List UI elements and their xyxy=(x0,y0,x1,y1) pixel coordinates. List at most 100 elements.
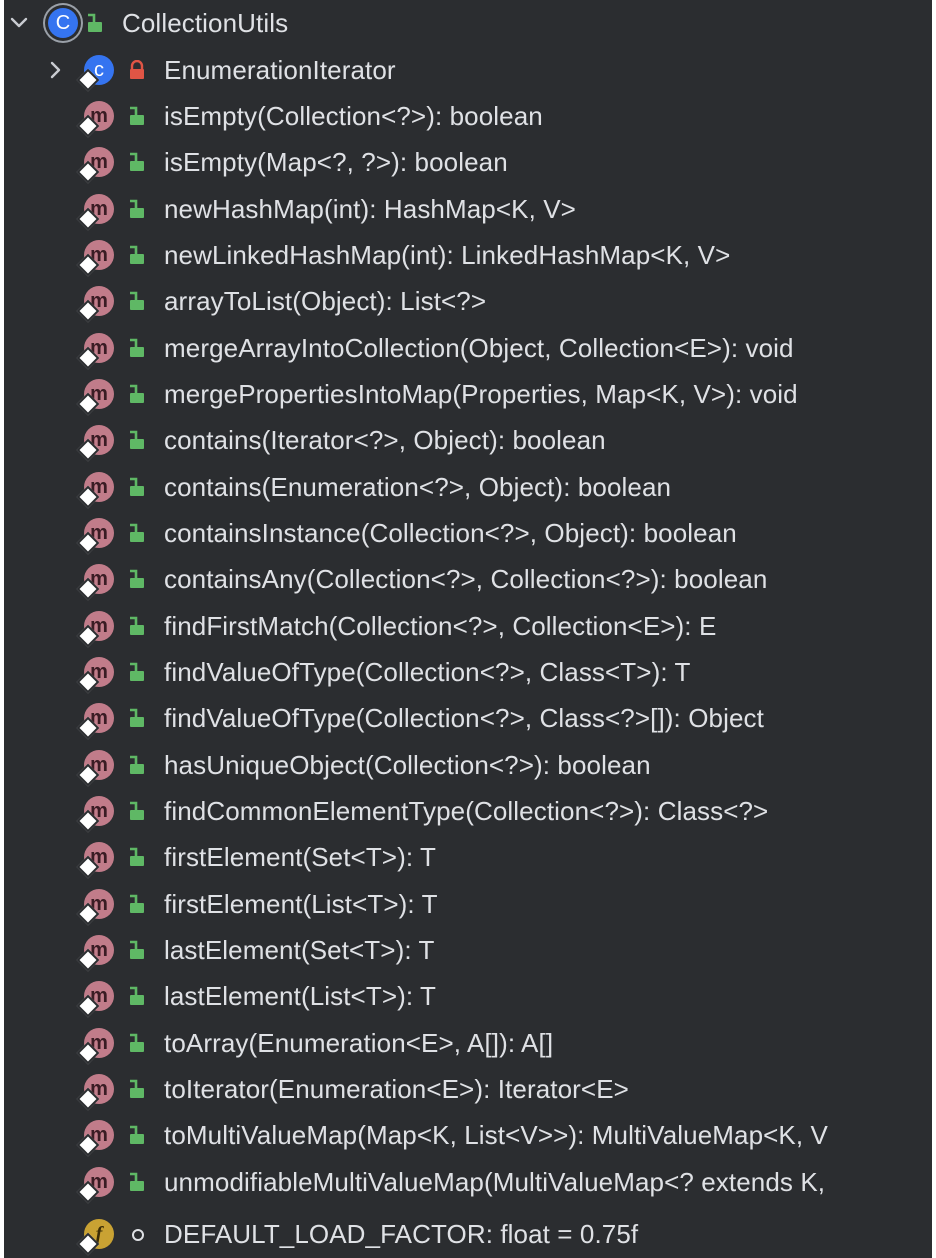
method-label: lastElement(Set<T>): T xyxy=(164,934,435,965)
public-lock-open-icon xyxy=(128,384,146,404)
method-icon: m xyxy=(76,703,114,740)
tree-node-method[interactable]: m contains(Enumeration<?>, Object): boole… xyxy=(4,464,932,510)
tree-node-method[interactable]: m contains(Iterator<?>, Object): boolean xyxy=(4,417,932,463)
method-label: findFirstMatch(Collection<?>, Collection… xyxy=(164,610,717,641)
method-label: mergePropertiesIntoMap(Properties, Map<K… xyxy=(164,378,798,409)
method-icon: m xyxy=(76,1074,114,1111)
method-label: newLinkedHashMap(int): LinkedHashMap<K, … xyxy=(164,239,731,270)
method-label: toMultiValueMap(Map<K, List<V>>): MultiV… xyxy=(164,1119,828,1150)
method-label: contains(Enumeration<?>, Object): boolea… xyxy=(164,471,672,502)
method-label: toIterator(Enumeration<E>): Iterator<E> xyxy=(164,1073,629,1104)
public-lock-open-icon xyxy=(128,1172,146,1192)
public-lock-open-icon xyxy=(128,1033,146,1053)
tree-node-method[interactable]: m firstElement(List<T>): T xyxy=(4,881,932,927)
private-lock-icon xyxy=(128,60,146,80)
method-label: toArray(Enumeration<E>, A[]): A[] xyxy=(164,1027,554,1058)
field-label: DEFAULT_LOAD_FACTOR: float = 0.75f xyxy=(164,1218,639,1249)
tree-node-method[interactable]: m findFirstMatch(Collection<?>, Collectio… xyxy=(4,603,932,649)
method-label: firstElement(List<T>): T xyxy=(164,888,438,919)
method-icon: m xyxy=(76,657,114,694)
tree-node-method[interactable]: m newHashMap(int): HashMap<K, V> xyxy=(4,186,932,232)
package-private-dot-icon xyxy=(132,1229,144,1241)
public-lock-open-icon xyxy=(128,801,146,821)
public-lock-open-icon xyxy=(128,430,146,450)
public-lock-open-icon xyxy=(86,13,104,33)
tree-node-method[interactable]: m newLinkedHashMap(int): LinkedHashMap<K,… xyxy=(4,232,932,278)
public-lock-open-icon xyxy=(128,1079,146,1099)
inner-class-label: EnumerationIterator xyxy=(164,54,396,85)
class-icon: c xyxy=(76,55,114,92)
tree-node-method[interactable]: m isEmpty(Map<?, ?>): boolean xyxy=(4,139,932,185)
tree-node-method[interactable]: m toIterator(Enumeration<E>): Iterator<E> xyxy=(4,1066,932,1112)
tree-node-method[interactable]: m findCommonElementType(Collection<?>): C… xyxy=(4,788,932,834)
tree-node-method[interactable]: m toArray(Enumeration<E>, A[]): A[] xyxy=(4,1020,932,1066)
method-icon: m xyxy=(76,101,114,138)
method-label: lastElement(List<T>): T xyxy=(164,980,437,1011)
public-lock-open-icon xyxy=(128,291,146,311)
tree-node-method[interactable]: m mergeArrayIntoCollection(Object, Collec… xyxy=(4,325,932,371)
method-label: hasUniqueObject(Collection<?>): boolean xyxy=(164,749,651,780)
public-lock-open-icon xyxy=(128,199,146,219)
method-icon: m xyxy=(76,796,114,833)
public-lock-open-icon xyxy=(128,986,146,1006)
tree-node-method[interactable]: m findValueOfType(Collection<?>, Class<?>… xyxy=(4,695,932,741)
chevron-right-icon[interactable] xyxy=(44,59,66,81)
method-label: contains(Iterator<?>, Object): boolean xyxy=(164,424,606,455)
public-lock-open-icon xyxy=(128,894,146,914)
tree-node-collectionutils[interactable]: C CollectionUtils xyxy=(4,0,932,46)
public-lock-open-icon xyxy=(128,708,146,728)
method-label: mergeArrayIntoCollection(Object, Collect… xyxy=(164,332,794,363)
method-icon: m xyxy=(76,333,114,370)
public-lock-open-icon xyxy=(128,477,146,497)
structure-tree: C CollectionUtils c EnumerationIterator … xyxy=(4,0,932,1258)
tree-node-method[interactable]: m mergePropertiesIntoMap(Properties, Map<… xyxy=(4,371,932,417)
tree-node-method[interactable]: m hasUniqueObject(Collection<?>): boolean xyxy=(4,742,932,788)
public-lock-open-icon xyxy=(128,616,146,636)
tree-node-method[interactable]: m toMultiValueMap(Map<K, List<V>>): Multi… xyxy=(4,1112,932,1158)
tree-node-method[interactable]: m firstElement(Set<T>): T xyxy=(4,834,932,880)
tree-node-method[interactable]: m lastElement(Set<T>): T xyxy=(4,927,932,973)
tree-node-method[interactable]: m containsInstance(Collection<?>, Object)… xyxy=(4,510,932,556)
method-label: findValueOfType(Collection<?>, Class<?>[… xyxy=(164,702,764,733)
method-icon: m xyxy=(76,425,114,462)
tree-node-method[interactable]: m isEmpty(Collection<?>): boolean xyxy=(4,93,932,139)
tree-node-enumerationiterator[interactable]: c EnumerationIterator xyxy=(4,47,932,93)
public-lock-open-icon xyxy=(128,1125,146,1145)
public-lock-open-icon xyxy=(128,755,146,775)
method-label: firstElement(Set<T>): T xyxy=(164,841,437,872)
method-icon: m xyxy=(76,379,114,416)
method-icon: m xyxy=(76,286,114,323)
tree-node-method[interactable]: m containsAny(Collection<?>, Collection<?… xyxy=(4,556,932,602)
method-label: isEmpty(Collection<?>): boolean xyxy=(164,100,543,131)
method-label: unmodifiableMultiValueMap(MultiValueMap<… xyxy=(164,1166,826,1197)
public-lock-open-icon xyxy=(128,245,146,265)
method-icon: m xyxy=(76,518,114,555)
method-icon: m xyxy=(76,194,114,231)
tree-node-method[interactable]: m lastElement(List<T>): T xyxy=(4,973,932,1019)
method-label: arrayToList(Object): List<?> xyxy=(164,285,487,316)
public-lock-open-icon xyxy=(128,940,146,960)
method-icon: m xyxy=(76,147,114,184)
class-icon: C xyxy=(48,8,78,38)
tree-node-method[interactable]: m findValueOfType(Collection<?>, Class<T>… xyxy=(4,649,932,695)
public-lock-open-icon xyxy=(128,152,146,172)
tree-node-method[interactable]: m arrayToList(Object): List<?> xyxy=(4,278,932,324)
public-lock-open-icon xyxy=(128,106,146,126)
method-icon: m xyxy=(76,564,114,601)
method-label: findValueOfType(Collection<?>, Class<T>)… xyxy=(164,656,691,687)
method-icon: m xyxy=(76,1028,114,1065)
method-icon: m xyxy=(76,1120,114,1157)
tree-node-field[interactable]: f DEFAULT_LOAD_FACTOR: float = 0.75f xyxy=(4,1211,932,1257)
method-icon: m xyxy=(76,240,114,277)
method-icon: m xyxy=(76,842,114,879)
chevron-down-icon[interactable] xyxy=(8,12,30,34)
public-lock-open-icon xyxy=(128,523,146,543)
method-icon: m xyxy=(76,611,114,648)
public-lock-open-icon xyxy=(128,569,146,589)
method-label: findCommonElementType(Collection<?>): Cl… xyxy=(164,795,769,826)
public-lock-open-icon xyxy=(128,338,146,358)
method-label: containsInstance(Collection<?>, Object):… xyxy=(164,517,737,548)
field-icon: f xyxy=(76,1219,114,1256)
method-icon: m xyxy=(76,472,114,509)
tree-node-method[interactable]: m unmodifiableMultiValueMap(MultiValueMap… xyxy=(4,1159,932,1205)
